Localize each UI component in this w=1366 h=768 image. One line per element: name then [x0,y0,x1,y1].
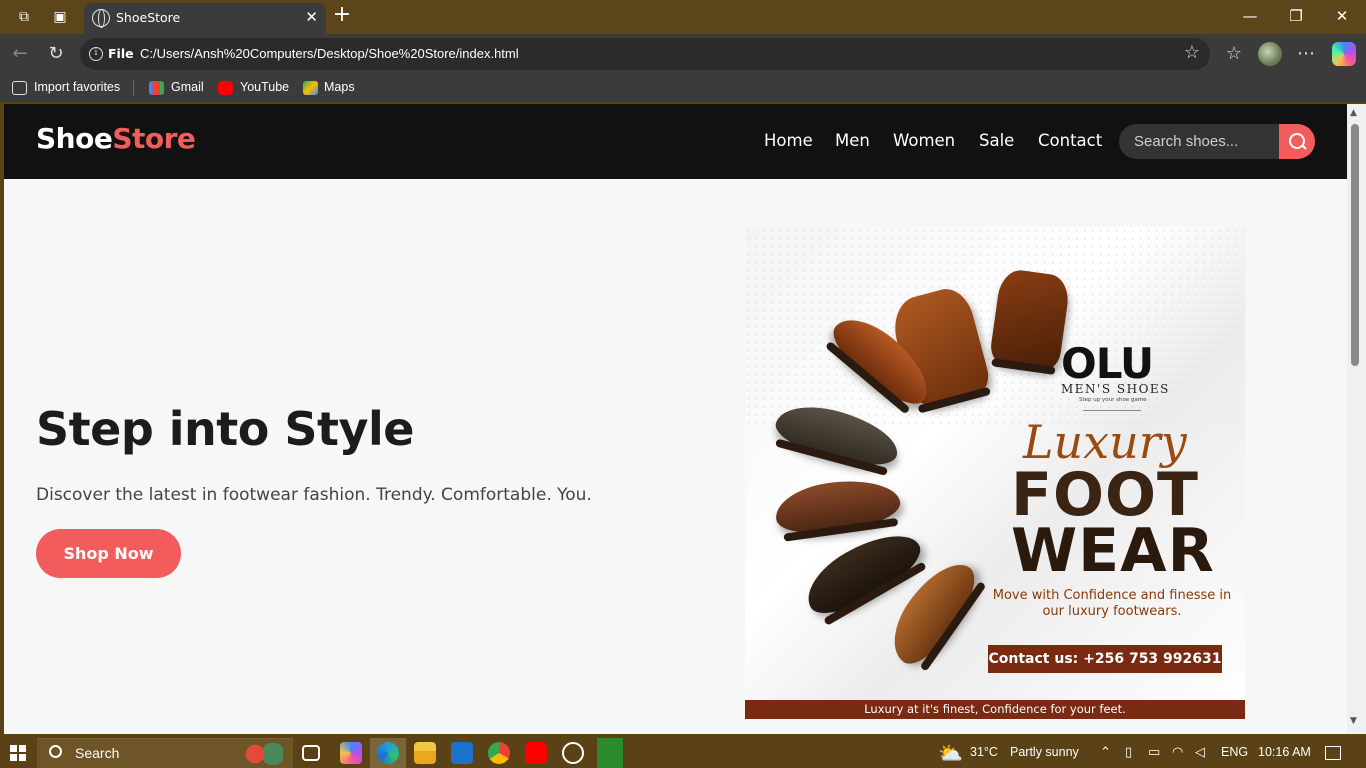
taskbar-search-label: Search [75,745,120,761]
restore-button[interactable]: ❐ [1276,4,1316,28]
fav-import[interactable]: Import favorites [34,80,120,94]
globe-icon [92,9,110,28]
brand-subtitle: MEN'S SHOES [1061,382,1170,396]
close-window-button[interactable]: ✕ [1322,4,1362,28]
nav-sale[interactable]: Sale [979,131,1014,150]
close-tab-icon[interactable]: ✕ [305,8,318,26]
shoe-image [772,473,903,539]
shoe-image [988,267,1072,372]
fav-maps[interactable]: Maps [324,80,355,94]
notifications-icon[interactable] [1325,746,1341,760]
page-viewport: ShoeStore Home Men Women Sale Contact St… [4,104,1347,734]
headline-foot: FOOT [1011,460,1199,530]
site-logo[interactable]: ShoeStore [36,122,196,155]
poster-contact: Contact us: +256 753 992631 [988,645,1222,673]
favorites-icon[interactable]: ☆ [1222,42,1246,66]
clock[interactable]: 10:16 AM [1258,745,1311,759]
code-editor-icon[interactable] [597,738,623,768]
search-button[interactable] [1279,124,1315,159]
scheme-label: File [108,46,134,61]
outlook-icon[interactable] [451,742,473,764]
copilot-app-icon[interactable] [340,742,362,764]
hero-subtitle: Discover the latest in footwear fashion.… [36,485,592,505]
tab-title: ShoeStore [116,10,181,25]
chrome-icon[interactable] [488,742,510,764]
scroll-down-icon[interactable]: ▼ [1350,716,1357,726]
scroll-thumb[interactable] [1351,124,1359,366]
battery-icon[interactable]: ▭ [1148,745,1160,760]
fav-youtube[interactable]: YouTube [240,80,289,94]
weather-desc[interactable]: Partly sunny [1010,745,1079,759]
brand-logo: OLU [1061,339,1154,388]
taskbar-search[interactable]: Search [37,738,293,768]
workspaces-icon[interactable]: ⧉ [12,6,36,28]
address-bar[interactable]: i File C:/Users/Ansh%20Computers/Desktop… [80,38,1210,70]
poster-body: Move with Confidence and finesse in our … [992,588,1232,619]
nav-men[interactable]: Men [835,131,870,150]
page-scrollbar[interactable]: ▲ ▼ [1347,104,1366,734]
url-text[interactable]: C:/Users/Ansh%20Computers/Desktop/Shoe%2… [140,46,519,61]
fav-divider [133,80,134,96]
back-icon[interactable]: ← [8,42,32,66]
taskbar: Search ⛅ 31°C Partly sunny ⌃ ▯ ▭ ◠ ◁ ENG… [0,738,1366,768]
gmail-icon [149,81,164,95]
search-input[interactable] [1119,124,1281,159]
nav-contact[interactable]: Contact [1038,131,1102,150]
search-icon [49,745,62,758]
language-indicator[interactable]: ENG [1221,745,1248,759]
search-highlight-icon [243,743,283,765]
chevron-up-icon[interactable]: ⌃ [1100,745,1111,760]
divider [1083,410,1141,411]
device-icon[interactable]: ▯ [1125,745,1132,760]
logo-accent: Store [112,122,196,155]
brand-tagline: Step up your shoe game [1079,397,1147,403]
chatgpt-icon[interactable] [562,742,584,764]
more-menu-icon[interactable]: ⋯ [1294,42,1318,66]
favorite-star-icon[interactable]: ☆ [1184,42,1200,63]
shop-now-button[interactable]: Shop Now [36,529,181,578]
profile-avatar[interactable] [1258,42,1282,66]
hero-poster-image: OLU MEN'S SHOES Step up your shoe game L… [745,227,1245,719]
weather-icon[interactable]: ⛅ [938,741,963,765]
volume-icon[interactable]: ◁ [1195,745,1205,760]
fav-gmail[interactable]: Gmail [171,80,204,94]
new-tab-button[interactable]: + [330,4,354,28]
edge-icon[interactable] [377,742,399,764]
wifi-icon[interactable]: ◠ [1172,745,1183,760]
minimize-button[interactable]: — [1230,4,1270,28]
copilot-icon[interactable] [1332,42,1356,66]
address-toolbar: ← ↻ i File C:/Users/Ansh%20Computers/Des… [0,34,1366,74]
nav-women[interactable]: Women [893,131,955,150]
info-icon[interactable]: i [89,47,103,61]
maps-icon [303,81,318,95]
refresh-icon[interactable]: ↻ [44,42,68,66]
weather-temp[interactable]: 31°C [970,745,998,759]
youtube-app-icon[interactable] [525,742,547,764]
logo-main: Shoe [36,122,113,155]
site-header: ShoeStore Home Men Women Sale Contact [4,104,1347,179]
nav-home[interactable]: Home [764,131,813,150]
hero-title: Step into Style [36,402,414,456]
import-icon [12,81,27,95]
poster-footer: Luxury at it's finest, Confidence for yo… [745,700,1245,719]
tab-shoestore[interactable]: ShoeStore ✕ [84,3,326,34]
task-view-icon[interactable] [302,745,320,761]
title-bar: ⧉ ▣ ShoeStore ✕ + — ❐ ✕ [0,0,1366,34]
favorites-bar: Import favorites Gmail YouTube Maps [0,74,1366,102]
headline-wear: WEAR [1011,516,1215,586]
tab-actions-icon[interactable]: ▣ [48,6,72,28]
scroll-up-icon[interactable]: ▲ [1350,108,1357,118]
youtube-icon [218,81,233,95]
site-search [1119,124,1315,159]
file-explorer-icon[interactable] [414,742,436,764]
windows-start-icon[interactable] [10,745,26,761]
